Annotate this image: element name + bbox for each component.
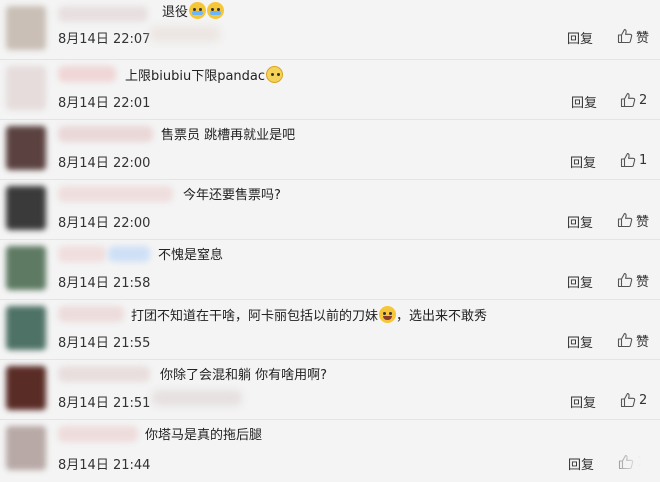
crying-emoji-icon	[189, 2, 207, 19]
username-blurred	[58, 6, 148, 22]
reply-button[interactable]: 回复	[570, 392, 596, 411]
thumbs-up-icon	[618, 454, 634, 470]
blurred-region	[152, 390, 242, 406]
crying-emoji-icon	[207, 2, 225, 19]
avatar[interactable]	[6, 246, 46, 290]
comment-time: 8月14日 21:55	[58, 336, 151, 351]
reply-button[interactable]: 回复	[568, 454, 594, 473]
like-button[interactable]: 1	[618, 452, 645, 472]
like-button[interactable]: 2	[620, 90, 647, 110]
like-button[interactable]: 赞	[617, 210, 649, 230]
like-count: 2	[639, 92, 648, 108]
comment-row: 售票员 跳槽再就业是吧 8月14日 22:00 回复 1	[0, 120, 660, 180]
comment-time: 8月14日 22:01	[58, 96, 151, 111]
like-button[interactable]: 1	[620, 150, 647, 170]
comment-text-content: 售票员 跳槽再就业是吧	[161, 128, 296, 143]
comment-text-content: 你除了会混和躺 你有啥用啊?	[160, 368, 328, 383]
avatar[interactable]	[6, 66, 46, 110]
username-blurred	[108, 246, 150, 262]
thumbs-up-icon	[620, 152, 636, 168]
like-label: 赞	[636, 30, 650, 46]
comment-text: 不愧是窒息	[158, 246, 223, 266]
comment-text-content: 上限biubiu下限pandac	[125, 69, 266, 84]
username-blurred	[58, 186, 173, 202]
comment-text: 今年还要售票吗?	[183, 186, 281, 206]
comment-time: 8月14日 22:07	[58, 32, 151, 47]
comment-text: 上限biubiu下限pandac	[125, 66, 284, 87]
reply-button[interactable]: 回复	[567, 272, 593, 291]
thumbs-up-icon	[617, 272, 633, 288]
panda-emoji-icon	[266, 66, 284, 83]
avatar[interactable]	[6, 6, 46, 50]
username-blurred	[58, 366, 150, 382]
thumbs-up-icon	[617, 212, 633, 228]
thumbs-up-icon	[617, 332, 633, 348]
comment-row: 不愧是窒息 8月14日 21:58 回复 赞	[0, 240, 660, 300]
avatar[interactable]	[6, 126, 46, 170]
reply-button[interactable]: 回复	[567, 28, 593, 47]
comment-text: 你除了会混和躺 你有啥用啊?	[160, 366, 327, 386]
laughing-emoji-icon	[379, 306, 397, 323]
username-blurred	[58, 306, 124, 322]
comment-row: 打团不知道在干啥，阿卡丽包括以前的刀妹 ，选出来不敢秀 8月14日 21:55 回…	[0, 300, 660, 360]
comment-text-content: 退役	[162, 5, 189, 20]
blurred-region	[150, 26, 220, 42]
username-blurred	[58, 426, 138, 442]
avatar[interactable]	[6, 366, 46, 410]
like-count: 1	[639, 152, 648, 168]
username-blurred	[58, 126, 153, 142]
thumbs-up-icon	[617, 28, 633, 44]
like-count: 1	[637, 454, 646, 470]
comment-time: 8月14日 21:51	[58, 396, 151, 411]
comment-list: 退役 8月14日 22:07 回复 赞 上限biubiu下限pandac 8月1…	[0, 0, 660, 482]
comment-text: 售票员 跳槽再就业是吧	[161, 126, 295, 146]
comment-row: 你除了会混和躺 你有啥用啊? 8月14日 21:51 回复 2	[0, 360, 660, 420]
comment-row: 上限biubiu下限pandac 8月14日 22:01 回复 2	[0, 60, 660, 120]
comment-time: 8月14日 22:00	[58, 156, 151, 171]
comment-text-content: 不愧是窒息	[158, 248, 224, 263]
like-label: 赞	[636, 274, 650, 290]
comment-text-content: 打团不知道在干啥，阿卡丽包括以前的刀妹	[131, 309, 379, 324]
reply-button[interactable]: 回复	[570, 152, 596, 171]
comment-text-content: 今年还要售票吗?	[183, 188, 281, 203]
avatar[interactable]	[6, 186, 46, 230]
avatar[interactable]	[6, 426, 46, 470]
username-blurred	[58, 246, 106, 262]
comment-text: 你塔马是真的拖后腿	[145, 426, 262, 446]
like-count: 2	[639, 392, 648, 408]
like-button[interactable]: 赞	[617, 270, 649, 290]
reply-button[interactable]: 回复	[567, 332, 593, 351]
comment-time: 8月14日 21:44	[58, 458, 151, 473]
comment-row: 今年还要售票吗? 8月14日 22:00 回复 赞	[0, 180, 660, 240]
like-button[interactable]: 2	[620, 390, 647, 410]
username-blurred	[58, 66, 116, 82]
comment-time: 8月14日 21:58	[58, 276, 151, 291]
comment-text-content: 你塔马是真的拖后腿	[145, 428, 263, 443]
like-button[interactable]: 赞	[617, 330, 649, 350]
avatar[interactable]	[6, 306, 46, 350]
thumbs-up-icon	[620, 392, 636, 408]
like-button[interactable]: 赞	[617, 26, 649, 46]
thumbs-up-icon	[620, 92, 636, 108]
comment-row: 你塔马是真的拖后腿 8月14日 21:44 回复 1	[0, 420, 660, 482]
comment-text: 打团不知道在干啥，阿卡丽包括以前的刀妹 ，选出来不敢秀	[131, 306, 487, 327]
comment-time: 8月14日 22:00	[58, 216, 151, 231]
like-label: 赞	[636, 214, 650, 230]
comment-text-tail: ，选出来不敢秀	[396, 309, 488, 324]
reply-button[interactable]: 回复	[571, 92, 597, 111]
comment-row: 退役 8月14日 22:07 回复 赞	[0, 0, 660, 60]
like-label: 赞	[636, 334, 650, 350]
reply-button[interactable]: 回复	[567, 212, 593, 231]
comment-text: 退役	[162, 2, 225, 23]
